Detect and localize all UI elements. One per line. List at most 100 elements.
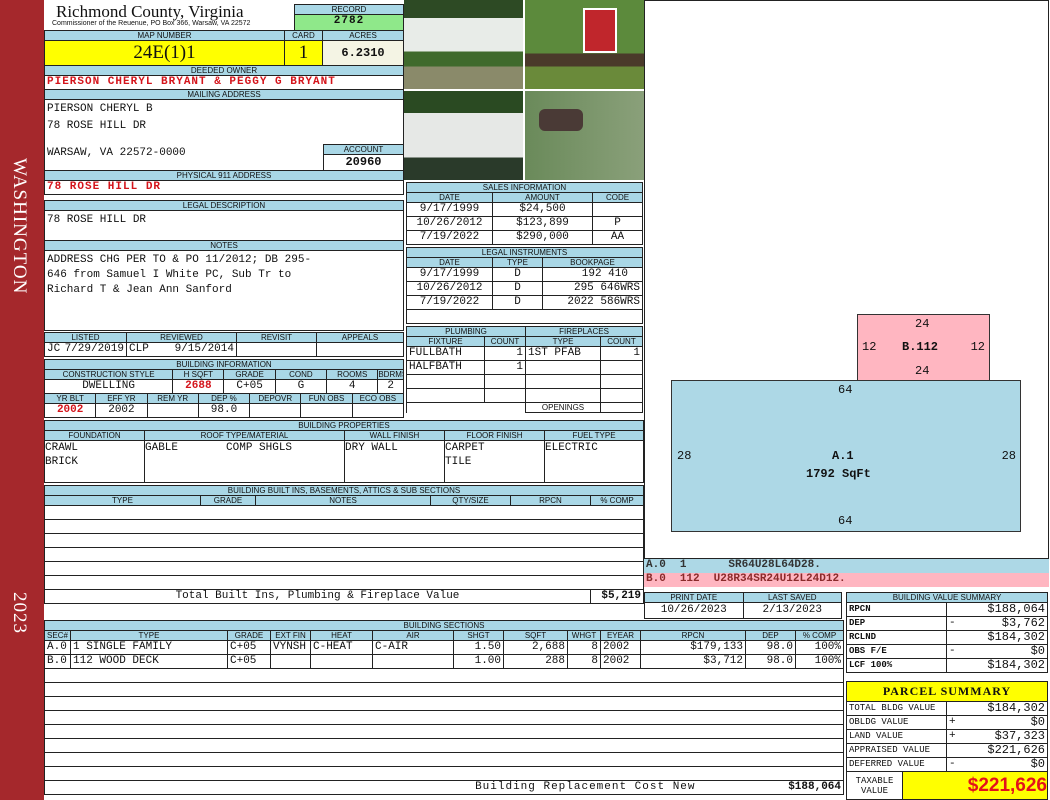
- cell: [483, 374, 527, 389]
- cell: [249, 403, 302, 418]
- value-summary-row: LCF 100% $184,302: [846, 658, 1048, 673]
- commissioner-address: Commissioner of the Reuenue, PO Box 366,…: [52, 20, 251, 27]
- mailing-line-1: PIERSON CHERYL B: [47, 103, 153, 115]
- cell: COUNT: [483, 336, 527, 347]
- parcel-label: DEFERRED VALUE: [846, 757, 947, 772]
- cell: [351, 403, 405, 418]
- empty-cell: [44, 696, 844, 711]
- section-cell: 100%: [795, 640, 844, 655]
- empty-cell: [44, 724, 844, 739]
- cell: GRADE: [200, 495, 256, 506]
- cell: 192 410: [542, 267, 643, 282]
- cell: [44, 519, 644, 534]
- record-number: 2782: [295, 15, 403, 30]
- cell: 2002 2002 98.0: [43, 403, 405, 418]
- cell: BUILDING INFORMATION: [44, 359, 404, 370]
- taxable-value: $221,626: [902, 771, 1048, 800]
- cell: % COMP: [590, 495, 644, 506]
- column-header: WHGT: [567, 630, 601, 641]
- value-label: DEP: [846, 616, 947, 631]
- section-cell: 2002: [600, 654, 641, 669]
- sketch-area[interactable]: 24 24 12 12 B.112 64 64 28 28 A.1 1792 S…: [644, 0, 1049, 559]
- cell: OPENINGS: [525, 402, 602, 413]
- column-header: SEC#: [44, 630, 71, 641]
- foundation-2: BRICK: [45, 456, 79, 468]
- cell: DATE AMOUNT CODE: [406, 192, 643, 203]
- section-cell: $179,133: [640, 640, 746, 655]
- cell: MAILING ADDRESS: [44, 89, 404, 100]
- cell: C+05: [223, 379, 276, 394]
- cell: BUILDING SECTIONS: [44, 620, 844, 631]
- cell: [44, 561, 644, 576]
- empty-row: [44, 752, 844, 767]
- cell: TYPE GRADE NOTES QTY/SIZE RPCN% COMP: [44, 495, 644, 506]
- section-cell: C-HEAT: [310, 640, 373, 655]
- roof-type: GABLE: [145, 442, 179, 454]
- cell: FUN OBS: [300, 393, 353, 404]
- cell: 1: [600, 346, 643, 361]
- replacement-cost-row: Building Replacement Cost New $188,064: [44, 780, 844, 795]
- value-summary-row: DEP - $3,762: [846, 616, 1048, 631]
- reviewed-date: 9/15/2014: [174, 343, 234, 356]
- cell: RPCN: [510, 495, 591, 506]
- parcel-amount: $0: [960, 757, 1048, 772]
- record-box: RECORD 2782: [294, 4, 404, 31]
- section-cell: 288: [503, 654, 568, 669]
- cell: CLP 9/15/2014: [126, 342, 237, 357]
- empty-row: [44, 738, 844, 753]
- sketch-section-b[interactable]: 24 24 12 12 B.112: [857, 314, 990, 381]
- sketch-section-a[interactable]: 64 64 28 28 A.1 1792 SqFt: [671, 380, 1021, 532]
- cell: DWELLING 2688 C+05 G 4 2: [43, 379, 404, 394]
- cell: 2022 586WRS: [542, 295, 643, 310]
- print-date: 10/26/2023: [644, 602, 744, 619]
- cell: DATE TYPE BOOKPAGE: [406, 257, 643, 268]
- cell: PARCEL SUMMARY: [846, 681, 1048, 702]
- year-built: 2002: [43, 403, 97, 418]
- parcel-label: LAND VALUE: [846, 729, 947, 744]
- cell: CRAWL BRICK GABLE COMP SHGLS DRY WALL CARP…: [44, 440, 644, 483]
- cell: MAP NUMBER CARD ACRES: [44, 30, 404, 41]
- deeded-owner: PIERSON CHERYL BRYANT & PEGGY G BRYANT: [44, 75, 404, 90]
- section-cell: 1 SINGLE FAMILY: [70, 640, 228, 655]
- realty-sign-photo[interactable]: [525, 0, 644, 89]
- section-cell: 2,688: [503, 640, 568, 655]
- cell: APPEALS: [316, 332, 404, 343]
- parcel-table: MAP NUMBER CARD ACRES 24E(1)1 1 6.2310 DEEDE…: [44, 30, 404, 195]
- section-cell: VYNSH: [270, 640, 311, 655]
- value-summary-row: OBS F/E - $0: [846, 644, 1048, 659]
- cell: NOTES: [44, 240, 404, 251]
- cell: LEGAL INSTRUMENTS: [406, 247, 643, 258]
- building-value-summary: BUILDING VALUE SUMMARY RPCN $188,064 DEP - $…: [846, 592, 1048, 673]
- cell: [44, 505, 644, 520]
- value-sign: -: [946, 616, 961, 631]
- cell: 78 ROSE HILL DR: [44, 180, 404, 195]
- house-side-photo[interactable]: [404, 91, 523, 180]
- cell: BDRMS: [377, 369, 404, 380]
- year-label: 2023: [9, 592, 30, 634]
- cell: LEGAL INSTRUMENTS: [406, 247, 643, 258]
- cell: JC 7/29/2019: [44, 342, 127, 357]
- cell: GABLE COMP SHGLS: [144, 440, 345, 483]
- cell: [600, 402, 643, 413]
- cell: G: [274, 379, 328, 394]
- taxable-row: TAXABLE VALUE $221,626: [846, 771, 1048, 800]
- cell: H SQFT: [172, 369, 225, 380]
- cell: $123,899: [492, 216, 593, 231]
- cell: LEGAL DESCRIPTION: [44, 200, 404, 211]
- cell: DEEDED OWNER: [44, 65, 404, 76]
- map-number: 24E(1)1: [44, 40, 285, 66]
- cell: [525, 374, 602, 389]
- cell: DEPOVR: [249, 393, 302, 404]
- cell: 10/26/2012 D 295 646WRS: [406, 281, 643, 296]
- parcel-amount: $221,626: [960, 743, 1048, 758]
- cell: QTY/SIZE: [430, 495, 511, 506]
- legal-notes-table: LEGAL DESCRIPTION 78 ROSE HILL DR NOTES …: [44, 200, 404, 331]
- section-cell: $3,712: [640, 654, 746, 669]
- cell: JC 7/29/2019 CLP 9/15/2014: [44, 342, 404, 357]
- cell: $24,500: [492, 202, 593, 217]
- cell: 7/19/2022 D 2022 586WRS: [406, 295, 643, 310]
- house-front-photo[interactable]: [404, 0, 523, 89]
- mailbox-photo[interactable]: [525, 91, 644, 180]
- section-cell: 8: [567, 640, 601, 655]
- value-sign: [946, 658, 961, 673]
